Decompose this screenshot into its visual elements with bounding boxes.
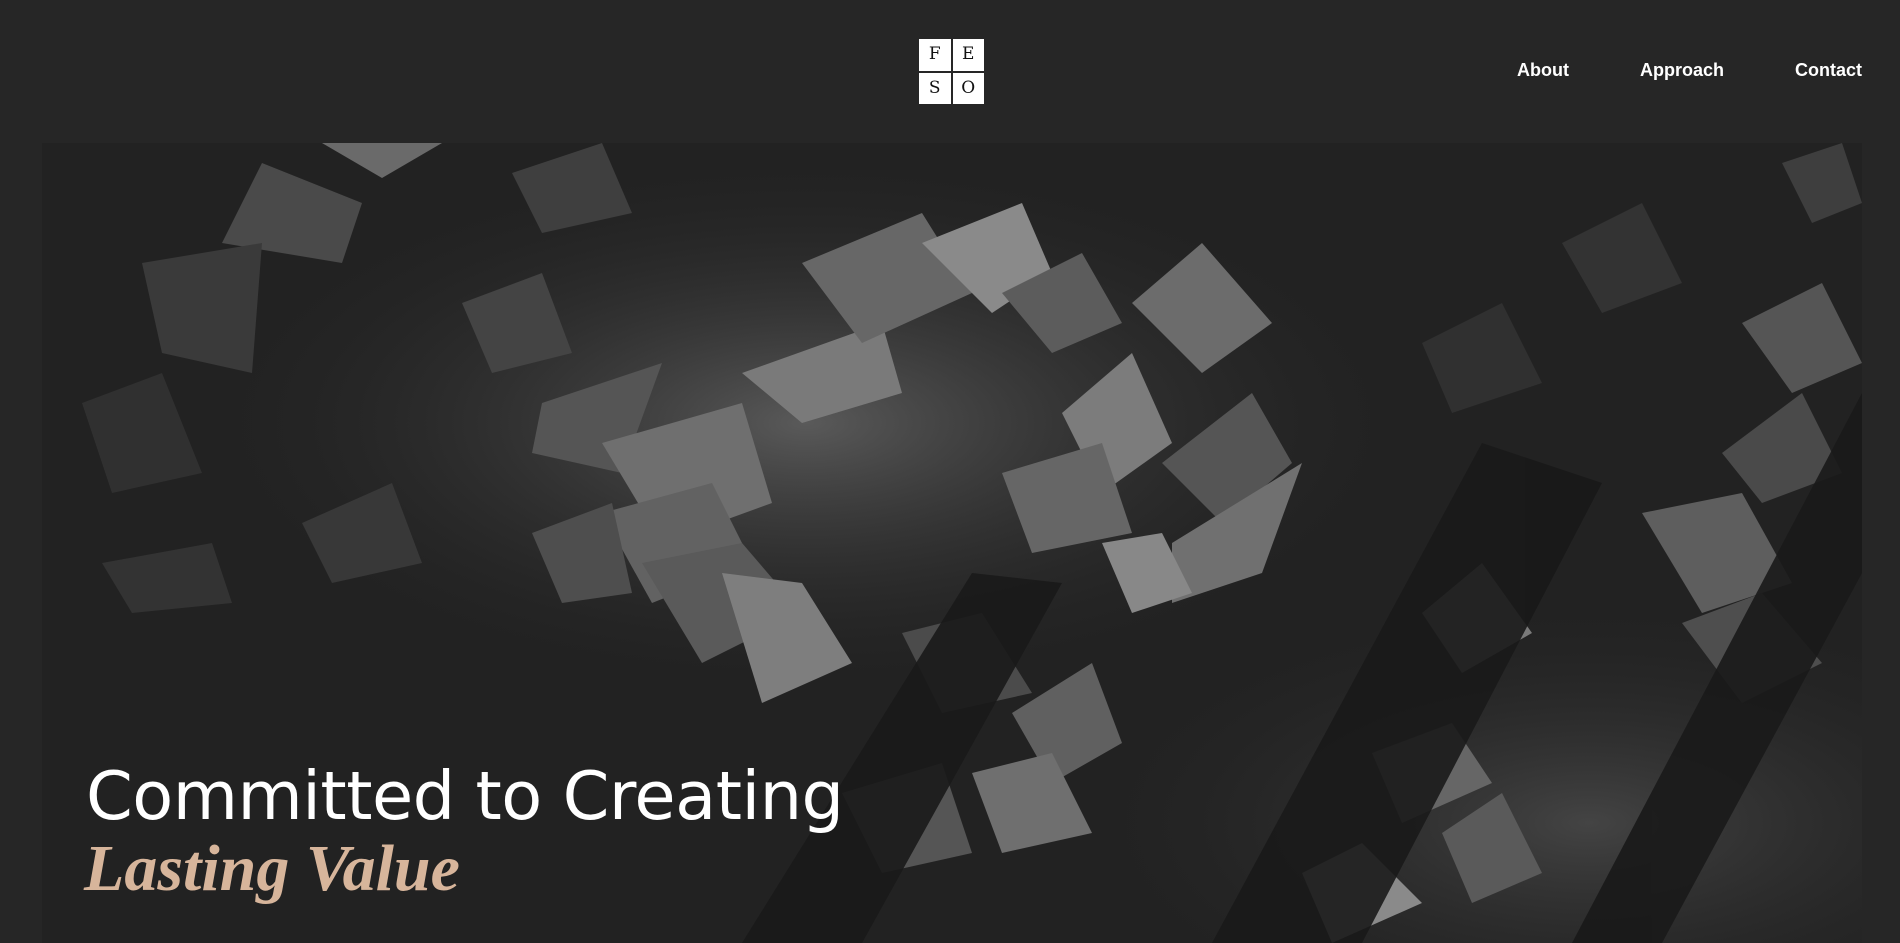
- brand-logo[interactable]: F E S O: [919, 39, 984, 104]
- main-nav: About Approach Contact: [1446, 60, 1862, 81]
- logo-letter-s: S: [919, 72, 951, 104]
- nav-link-approach[interactable]: Approach: [1640, 60, 1724, 81]
- nav-link-about[interactable]: About: [1517, 60, 1569, 81]
- site-header: F E S O About Approach Contact: [0, 0, 1900, 143]
- hero-accent-text: Lasting Value: [84, 832, 460, 905]
- nav-link-contact[interactable]: Contact: [1795, 60, 1862, 81]
- hero-headline: Committed to Creating: [86, 757, 844, 835]
- logo-letter-f: F: [919, 39, 951, 71]
- logo-letter-e: E: [952, 39, 984, 71]
- hero-banner: Committed to Creating Lasting Value: [42, 143, 1862, 943]
- logo-letter-o: O: [952, 72, 984, 104]
